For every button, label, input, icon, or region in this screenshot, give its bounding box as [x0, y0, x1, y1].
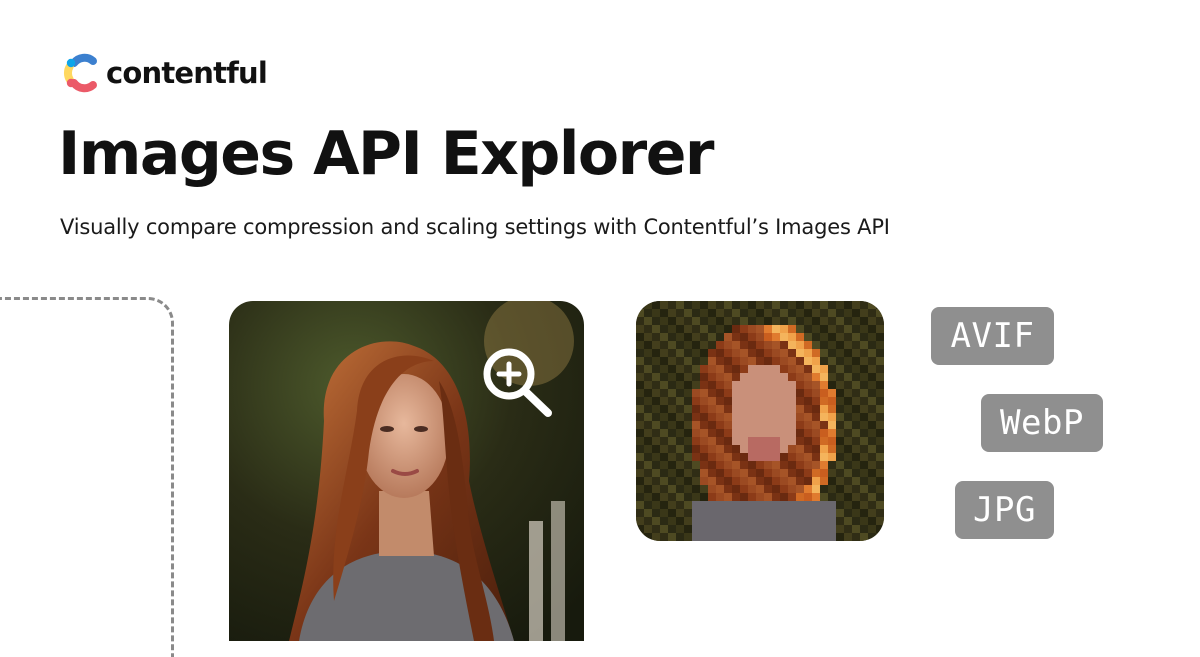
format-badge-webp[interactable]: WebP [981, 394, 1103, 452]
pixelated-illustration [636, 301, 884, 541]
contentful-logo: contentful [60, 52, 268, 94]
zoom-in-icon[interactable] [478, 344, 556, 422]
page-subtitle: Visually compare compression and scaling… [60, 215, 890, 239]
format-badge-avif[interactable]: AVIF [931, 307, 1054, 365]
contentful-logo-icon [64, 53, 97, 93]
page-title: Images API Explorer [58, 119, 715, 189]
pixelated-portrait-photo[interactable] [636, 301, 884, 541]
brand-name: contentful [106, 56, 268, 90]
format-badge-jpg[interactable]: JPG [955, 481, 1054, 539]
dashed-frame [0, 297, 174, 657]
